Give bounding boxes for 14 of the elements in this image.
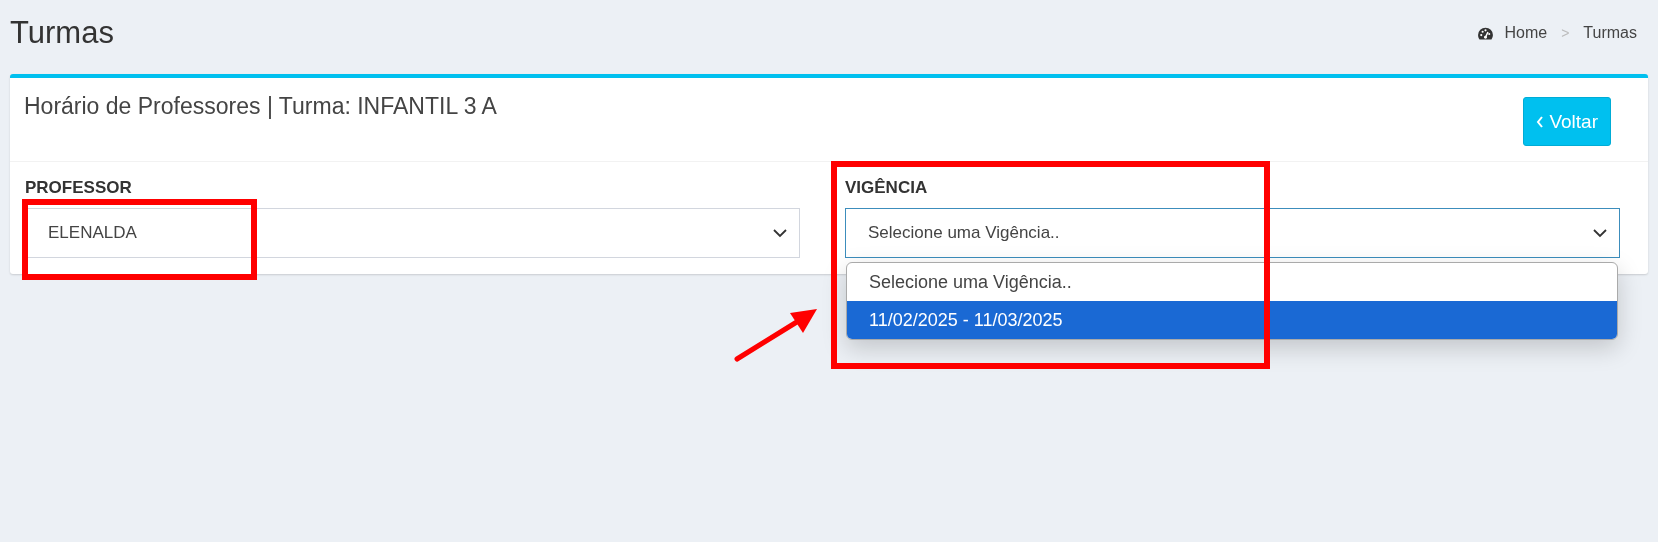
chevron-left-icon	[1536, 115, 1544, 128]
dropdown-option[interactable]: Selecione uma Vigência..	[847, 263, 1617, 301]
chevron-down-icon	[773, 228, 787, 238]
select-field[interactable]: ELENALDA	[25, 208, 800, 258]
card-title: Horário de Professores | Turma: INFANTIL 3 A	[24, 93, 497, 120]
field-label: PROFESSOR	[25, 178, 133, 198]
page-title: Turmas	[10, 15, 114, 51]
chevron-down-icon	[1593, 228, 1607, 238]
select-field[interactable]: Selecione uma Vigência..	[845, 208, 1620, 258]
dropdown-option[interactable]: 11/02/2025 - 11/03/2025	[847, 301, 1617, 339]
breadcrumb-separator: >	[1561, 25, 1570, 41]
breadcrumb-link[interactable]: Home	[1477, 24, 1548, 42]
field-label: VIGÊNCIA	[845, 178, 929, 198]
breadcrumb-link[interactable]: Turmas	[1583, 24, 1637, 42]
